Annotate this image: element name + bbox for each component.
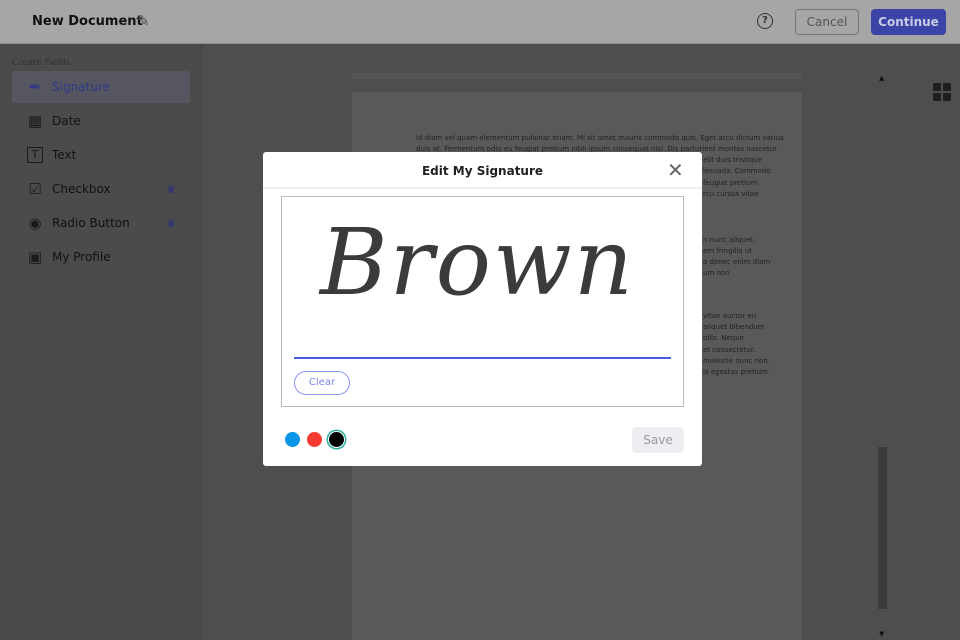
grid-view-icon[interactable] — [933, 83, 951, 101]
sidebar-item-signature[interactable]: ✒ Signature — [12, 71, 190, 103]
dialog-title: Edit My Signature — [421, 164, 544, 178]
document-text-fragment: aliquet bibendum — [703, 323, 765, 331]
document-text-fragment: em fringilla ut — [703, 247, 753, 255]
close-icon[interactable]: ✕ — [667, 158, 684, 182]
scroll-down-arrow-icon[interactable]: ▼ — [879, 630, 884, 638]
sidebar: Create Fields ✒ Signature ▦ Date T Text ☑ Ch… — [0, 45, 202, 640]
calendar-icon: ▦ — [27, 112, 43, 130]
signature-drawing: Brown — [320, 209, 635, 316]
cancel-button[interactable]: Cancel — [795, 9, 859, 35]
document-text-fragment: is egestas pretium. — [703, 368, 771, 376]
color-swatch-black-selected[interactable] — [329, 432, 344, 447]
document-text-fragment: et consectetur. — [703, 346, 756, 354]
document-text-line: Id diam vel quam elementum pulvinar etia… — [416, 134, 784, 142]
document-text-fragment: rcu cursus vitae — [703, 190, 759, 198]
edit-title-pencil-icon[interactable]: ✎ — [137, 12, 150, 30]
color-swatch-blue[interactable] — [285, 432, 300, 447]
document-text-fragment: o donec enim diam — [703, 258, 771, 266]
signature-baseline — [294, 357, 671, 359]
edit-signature-dialog: Edit My Signature ✕ Brown Clear Save — [263, 152, 702, 466]
sidebar-item-date[interactable]: ▦ Date — [12, 105, 190, 137]
signature-icon: ✒ — [28, 78, 42, 96]
clear-button[interactable]: Clear — [294, 371, 350, 395]
sidebar-item-label: My Profile — [52, 250, 111, 264]
premium-crown-icon: ♛ — [166, 216, 176, 230]
document-text-fragment: elit duis tristique — [703, 156, 762, 164]
document-text-fragment: um non — [703, 269, 730, 277]
sidebar-item-label: Date — [52, 114, 81, 128]
document-text-fragment: n nunc aliquet. — [703, 236, 756, 244]
scrollbar-thumb[interactable] — [878, 447, 887, 609]
text-field-icon: T — [27, 147, 43, 163]
sidebar-item-radio-button[interactable]: ◉ Radio Button ♛ — [12, 207, 190, 239]
sidebar-item-my-profile[interactable]: ▣ My Profile — [12, 241, 190, 273]
help-icon[interactable]: ? — [757, 13, 773, 29]
sidebar-item-checkbox[interactable]: ☑ Checkbox ♛ — [12, 173, 190, 205]
save-button[interactable]: Save — [632, 427, 684, 453]
document-text-fragment: ollis. Neque — [703, 334, 744, 342]
document-text-fragment: vitae auctor eu — [703, 312, 757, 320]
scroll-up-arrow-icon[interactable]: ▲ — [879, 74, 884, 82]
document-text-fragment: feugiat pretium — [703, 179, 758, 187]
sidebar-item-label: Text — [52, 148, 77, 162]
previous-page-edge — [352, 73, 802, 79]
top-bar: New Document ✎ ? Cancel Continue — [0, 0, 960, 44]
sidebar-heading: Create Fields — [12, 58, 71, 68]
document-text-fragment: molestie nunc non. — [703, 357, 770, 365]
signature-canvas[interactable]: Brown Clear — [281, 196, 684, 407]
sidebar-item-label: Signature — [52, 80, 110, 94]
checkbox-icon: ☑ — [28, 180, 42, 198]
radio-button-icon: ◉ — [28, 214, 42, 232]
document-text-fragment: lesuada. Commodo — [703, 167, 771, 175]
continue-button[interactable]: Continue — [871, 9, 946, 35]
color-swatch-red[interactable] — [307, 432, 322, 447]
divider — [263, 187, 702, 189]
sidebar-item-text[interactable]: T Text — [12, 139, 190, 171]
sidebar-item-label: Checkbox — [52, 182, 111, 196]
document-title: New Document — [32, 14, 143, 29]
sidebar-item-label: Radio Button — [52, 216, 130, 230]
profile-card-icon: ▣ — [27, 248, 43, 266]
premium-crown-icon: ♛ — [166, 182, 176, 196]
